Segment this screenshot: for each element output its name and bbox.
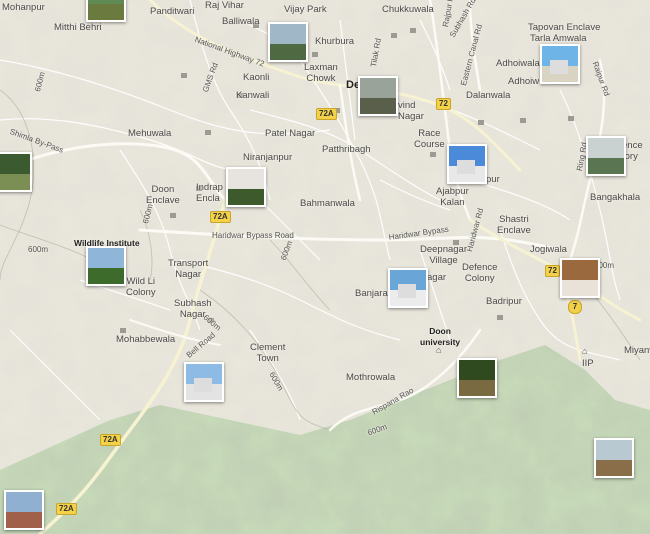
place-label-badripur: Badripur [486,296,522,307]
contour-label: 600m [28,245,49,254]
place-label-kanwali: Kanwali [236,90,270,101]
highway-shield: 72A [100,434,121,446]
place-label-dalanwala: Dalanwala [466,90,511,101]
place-label-adhoiwala: Adhoiwala [496,58,540,69]
place-label-patthribagh: Patthribagh [322,144,371,155]
place-label-bahmanwala: Bahmanwala [300,198,355,209]
place-label-niranjanpur: Niranjanpur [243,152,293,163]
photo-thumbnail[interactable] [560,258,600,298]
photo-ground [88,3,124,20]
place-label-race-course: Race Course [414,128,445,150]
highway-shield: 72 [436,98,451,110]
place-label-mohanpur: Mohanpur [2,2,45,13]
photo-thumbnail[interactable] [586,136,626,176]
place-label-vijay-park: Vijay Park [284,4,327,15]
place-label-laxman-chowk: Laxman Chowk [304,62,338,84]
place-label-doon-enclave: Doon Enclave [146,184,180,206]
photo-thumbnail[interactable] [268,22,308,62]
place-label-raj-vihar: Raj Vihar [205,0,244,11]
photo-thumbnail[interactable] [184,362,224,402]
place-label-patel-nagar: Patel Nagar [265,128,316,139]
place-label-bangakhala: Bangakhala [590,192,641,203]
photo-thumbnail[interactable] [86,246,126,286]
place-label-deepnagar-village: Deepnagar Village [420,244,468,266]
place-label-shastri-enclave: Shastri Enclave [497,214,531,236]
photo-thumbnail[interactable] [86,0,126,22]
highway-shield: 72A [56,503,77,515]
place-label-miyanwala: Miyanw [624,345,650,356]
photo-thumbnail[interactable] [447,144,487,184]
place-label-indrapuri-enclave: Indrap Encla [196,182,223,204]
highway-shield: 72A [210,211,231,223]
highway-shield: 7 [568,300,582,314]
place-label-mehuwala: Mehuwala [128,128,172,139]
place-label-khurbura: Khurbura [315,36,355,47]
place-label-balliwala: Balliwala [222,16,260,27]
place-label-chukkuwala: Chukkuwala [382,4,434,15]
place-label-panditwari: Panditwari [150,6,195,17]
highway-shield: 72 [545,265,560,277]
place-label-banjarawala: Banjara [355,288,388,299]
photo-thumbnail[interactable] [4,490,44,530]
photo-thumbnail[interactable] [226,167,266,207]
highway-shield: 72A [316,108,337,120]
map-canvas[interactable]: Mohanpur Mitthi Behri Panditwari Raj Vih… [0,0,650,534]
photo-thumbnail[interactable] [540,44,580,84]
place-label-mothrowala: Mothrowala [346,372,396,383]
place-label-kaonli: Kaonli [243,72,270,83]
place-label-iip: IIP [582,358,594,369]
place-label-arvind-nagar: vind Nagar [398,100,424,122]
photo-thumbnail[interactable] [594,438,634,478]
place-label-jogiwala: Jogiwala [530,244,567,255]
place-label-adhoiwala-2: Adhoiw [508,76,540,87]
place-label-pur: pur [486,174,500,185]
place-label-clement-town: Clement Town [250,342,286,364]
road-label-haridwar-bypass-1: Haridwar Bypass Road [212,231,294,240]
place-label-defence-colony: Defence Colony [462,262,498,284]
photo-thumbnail[interactable] [358,76,398,116]
place-label-ajabpur-kalan: Ajabpur Kalan [436,186,469,208]
photo-thumbnail[interactable] [457,358,497,398]
place-label-tarla-amwala: Tarla Amwala [530,33,587,44]
photo-thumbnail[interactable] [0,152,32,192]
place-label-agar: agar [427,272,447,283]
photo-thumbnail[interactable] [388,268,428,308]
place-label-mitthi-behri: Mitthi Behri [54,22,102,33]
place-label-transport-nagar: Transport Nagar [168,258,209,280]
place-label-mohabbewala: Mohabbewala [116,334,176,345]
place-label-tapovan-enclave: Tapovan Enclave [528,22,601,33]
school-icon: ⌂ [436,345,442,355]
school-icon: ⌂ [582,346,588,356]
place-label-wild-life-colony: Wild Li Colony [126,276,156,298]
